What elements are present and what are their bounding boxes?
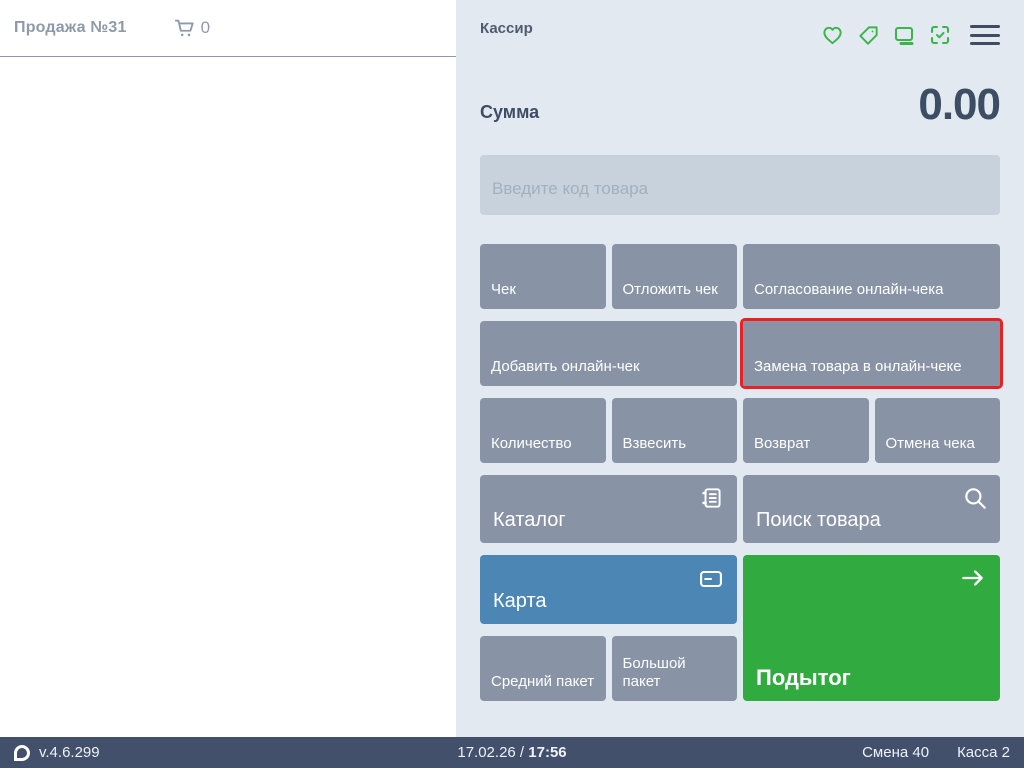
add-online-receipt-button[interactable]: Добавить онлайн-чек xyxy=(480,321,737,386)
card-button[interactable]: Карта xyxy=(480,555,737,624)
display-icon[interactable] xyxy=(892,23,916,47)
card-icon xyxy=(697,565,725,593)
cashier-label: Кассир xyxy=(480,20,533,37)
heart-icon[interactable] xyxy=(820,23,844,47)
sale-panel: Продажа №31 0 xyxy=(0,0,456,737)
tag-icon[interactable] xyxy=(856,23,880,47)
search-icon xyxy=(962,485,988,511)
scan-check-icon[interactable] xyxy=(928,23,952,47)
refund-button[interactable]: Возврат xyxy=(743,398,869,463)
sum-value: 0.00 xyxy=(918,80,1001,129)
sale-title: Продажа №31 xyxy=(14,19,127,36)
status-bar: v.4.6.299 17.02.26 / 17:56 Смена 40 Касс… xyxy=(0,737,1024,768)
large-bag-button[interactable]: Большой пакет xyxy=(611,636,737,701)
sale-header: Продажа №31 0 xyxy=(0,0,456,57)
approve-online-receipt-button[interactable]: Согласование онлайн-чека xyxy=(743,244,1000,309)
cart-count: 0 xyxy=(200,18,211,37)
catalog-icon xyxy=(699,485,725,511)
catalog-button[interactable]: Каталог xyxy=(480,475,737,543)
arrow-right-icon xyxy=(958,565,988,591)
cashier-panel: Кассир Сумма 0.00 Введите код товара Чек… xyxy=(456,0,1024,737)
cancel-receipt-button[interactable]: Отмена чека xyxy=(874,398,1000,463)
menu-icon[interactable] xyxy=(970,25,1000,45)
weigh-button[interactable]: Взвесить xyxy=(611,398,737,463)
receipt-button[interactable]: Чек xyxy=(480,244,606,309)
product-code-input[interactable] xyxy=(480,155,1000,215)
replace-item-online-receipt-button[interactable]: Замена товара в онлайн-чеке xyxy=(740,318,1003,389)
cart-icon xyxy=(173,17,195,39)
subtotal-button[interactable]: Подытог xyxy=(743,555,1000,701)
medium-bag-button[interactable]: Средний пакет xyxy=(480,636,606,701)
cart-status: 0 xyxy=(173,17,210,39)
defer-receipt-button[interactable]: Отложить чек xyxy=(611,244,737,309)
quantity-button[interactable]: Количество xyxy=(480,398,606,463)
action-button-grid: Чек Отложить чек Согласование онлайн-чек… xyxy=(480,244,1003,701)
datetime: 17.02.26 / 17:56 xyxy=(457,744,567,761)
sum-label: Сумма xyxy=(480,102,540,122)
search-product-button[interactable]: Поиск товара xyxy=(743,475,1000,543)
